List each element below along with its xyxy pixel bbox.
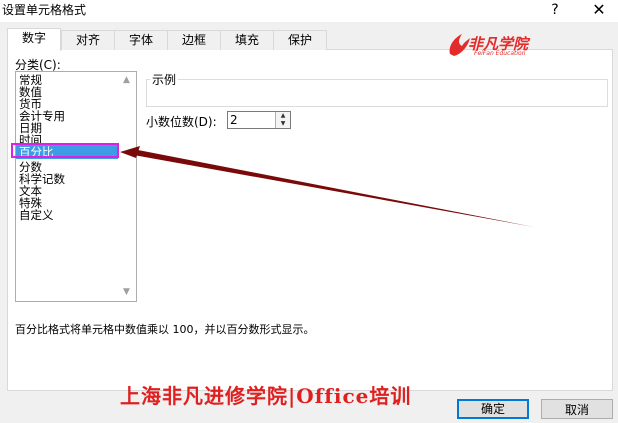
dialog-title: 设置单元格格式 xyxy=(2,3,87,17)
tab-border[interactable]: 边框 xyxy=(167,30,221,50)
cancel-button[interactable]: 取消 xyxy=(541,399,613,419)
close-button[interactable]: ✕ xyxy=(588,0,610,20)
sample-label: 示例 xyxy=(150,71,179,88)
format-cells-dialog: 设置单元格格式 ? ✕ 数字 对齐 字体 边框 填充 保护 非凡学院 FeiFa… xyxy=(0,0,618,423)
tab-font[interactable]: 字体 xyxy=(114,30,168,50)
watermark-text: 上海非凡进修学院|Office培训 xyxy=(120,384,412,408)
tab-alignment[interactable]: 对齐 xyxy=(61,30,115,50)
format-description: 百分比格式将单元格中数值乘以 100，并以百分数形式显示。 xyxy=(15,323,315,336)
tab-number[interactable]: 数字 xyxy=(7,28,61,51)
decimal-places-label: 小数位数(D): xyxy=(146,115,217,129)
category-item-custom[interactable]: 自定义 xyxy=(19,209,54,221)
decimal-places-value[interactable]: 2 xyxy=(230,113,238,127)
scroll-up-icon[interactable]: ▲ xyxy=(118,72,135,88)
spin-down-icon[interactable]: ▼ xyxy=(275,120,290,128)
tab-fill[interactable]: 填充 xyxy=(220,30,274,50)
help-button[interactable]: ? xyxy=(544,0,566,20)
ok-button[interactable]: 确定 xyxy=(457,399,529,419)
decimal-places-stepper[interactable]: 2 ▲ ▼ xyxy=(227,111,291,129)
category-scrollbar[interactable]: ▲ ▼ xyxy=(118,72,135,301)
scroll-down-icon[interactable]: ▼ xyxy=(118,284,135,300)
selection-highlight-box xyxy=(11,143,119,158)
logo-subtext: FeiFan Education xyxy=(474,50,526,57)
feifan-logo: 非凡学院 FeiFan Education xyxy=(444,32,544,60)
tab-protection[interactable]: 保护 xyxy=(273,30,327,50)
title-bar: 设置单元格格式 ? ✕ xyxy=(0,0,618,22)
sample-groupbox xyxy=(146,79,608,107)
